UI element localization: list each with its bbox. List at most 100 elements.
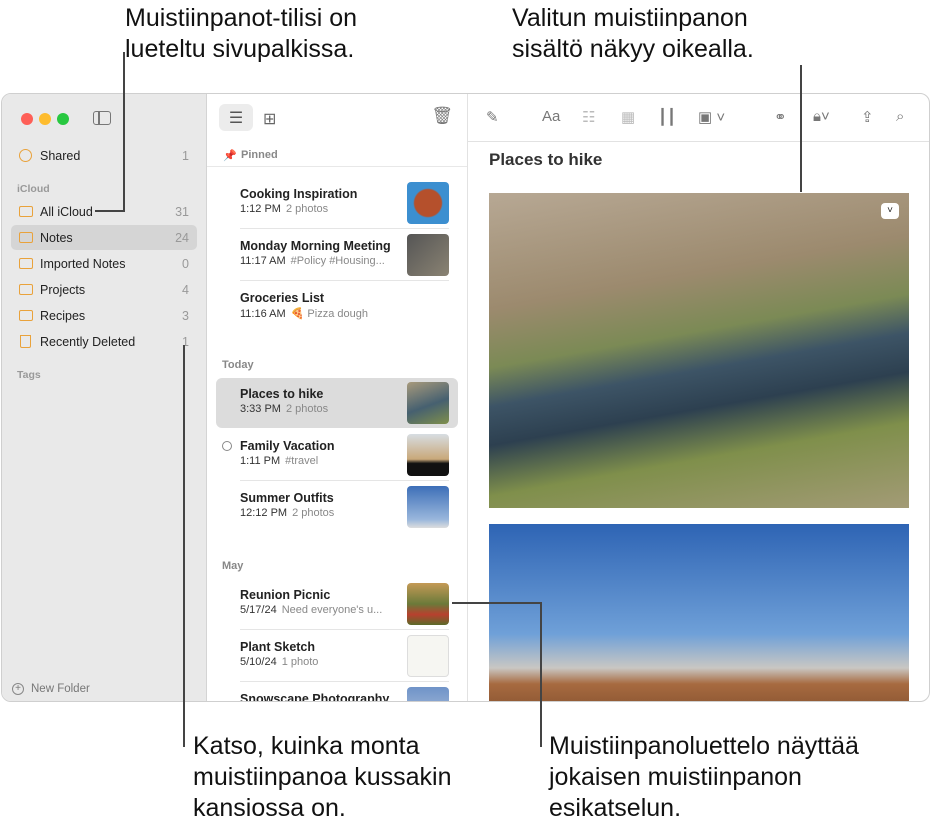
note-family-vacation[interactable]: Family Vacation 1:11 PM #travel — [216, 430, 458, 481]
note-summer-outfits[interactable]: Summer Outfits 12:12 PM 2 photos — [216, 482, 458, 532]
notes-list: ☰ ⊞ 🗑 📌 Pinned Cooking Inspiration 1:12 P… — [207, 94, 468, 701]
share-icon[interactable]: ⇪ — [861, 108, 874, 126]
note-plant-sketch[interactable]: Plant Sketch 5/10/24 1 photo — [216, 631, 458, 682]
collaborate-icon[interactable]: ⚭ — [774, 108, 787, 126]
count: 31 — [175, 204, 189, 219]
checklist-icon[interactable]: ☷ — [582, 108, 595, 126]
folder-icon — [19, 310, 33, 321]
sidebar-item-recipes[interactable]: Recipes 3 — [11, 303, 197, 328]
note-title: Reunion Picnic — [240, 588, 331, 602]
format-button[interactable]: Aa — [542, 108, 560, 125]
notes-window: Shared 1 iCloud All iCloud 31 Notes 24 Impo… — [1, 93, 930, 702]
sidebar-toggle-icon[interactable] — [93, 111, 111, 125]
section-tags: Tags — [17, 369, 41, 381]
count: 24 — [175, 230, 189, 245]
callout-sidebar: Muistiinpanot-tilisi on lueteltu sivupalk… — [125, 3, 357, 65]
plus-circle-icon: + — [12, 683, 24, 695]
note-title: Family Vacation — [240, 439, 335, 453]
count: 1 — [182, 148, 189, 163]
close-button[interactable] — [21, 113, 33, 125]
list-view-button[interactable]: ☰ — [219, 104, 253, 131]
note-preview: Need everyone's u... — [281, 604, 383, 616]
note-reunion-picnic[interactable]: Reunion Picnic 5/17/24 Need everyone's u..… — [216, 579, 458, 630]
zoom-button[interactable] — [57, 113, 69, 125]
note-preview: #travel — [285, 455, 319, 467]
meeting-thumbnail — [407, 234, 449, 276]
note-monday-meeting[interactable]: Monday Morning Meeting 11:17 AM #Policy #H… — [216, 230, 458, 281]
lock-icon[interactable]: 🔒︎˅ — [813, 108, 830, 125]
note-snowscape[interactable]: Snowscape Photography — [216, 683, 458, 701]
note-time: 11:17 AM — [240, 255, 286, 267]
note-preview: 2 photos — [285, 403, 329, 415]
note-time: 12:12 PM — [240, 507, 288, 519]
sidebar-item-label: Imported Notes — [40, 256, 126, 271]
table-icon[interactable]: ▦ — [621, 108, 635, 126]
hike-photo-1: ˅ — [489, 193, 909, 508]
picnic-thumbnail — [407, 583, 449, 625]
section-icloud: iCloud — [17, 183, 50, 195]
sidebar-item-label: All iCloud — [40, 204, 93, 219]
folder-icon — [19, 284, 33, 295]
audio-icon[interactable]: ┃┃ — [658, 108, 676, 126]
folder-icon — [19, 232, 33, 243]
gallery-view-icon[interactable]: ⊞ — [263, 109, 276, 129]
sidebar-item-shared[interactable]: Shared 1 — [11, 143, 197, 168]
outfits-thumbnail — [407, 486, 449, 528]
note-time: 11:16 AM — [240, 308, 286, 320]
note-time: 3:33 PM — [240, 403, 281, 415]
note-preview: #Policy #Housing... — [290, 255, 385, 267]
new-folder-label: New Folder — [31, 683, 90, 695]
note-title: Summer Outfits — [240, 491, 334, 505]
callout-line: Katso, kuinka monta — [193, 732, 420, 760]
note-title-heading: Places to hike — [489, 150, 603, 169]
vacation-thumbnail — [407, 434, 449, 476]
sidebar: Shared 1 iCloud All iCloud 31 Notes 24 Impo… — [2, 94, 207, 701]
hike-photo-2 — [489, 524, 909, 701]
sketch-thumbnail — [407, 635, 449, 677]
editor-toolbar: ✎ Aa ☷ ▦ ┃┃ ▣ ˅ ⚭ 🔒︎˅ ⇪ ⌕ — [468, 94, 929, 142]
note-title: Places to hike — [240, 387, 324, 401]
note-time: 1:12 PM — [240, 203, 281, 215]
callout-line: esikatselun. — [549, 794, 682, 822]
minimize-button[interactable] — [39, 113, 51, 125]
callout-content: Valitun muistiinpanon sisältö näkyy oikea… — [512, 3, 754, 65]
note-editor: ✎ Aa ☷ ▦ ┃┃ ▣ ˅ ⚭ 🔒︎˅ ⇪ ⌕ Places to hike… — [468, 94, 929, 701]
folder-icon — [19, 258, 33, 269]
count: 3 — [182, 308, 189, 323]
callout-line: Muistiinpanoluettelo näyttää — [549, 732, 859, 760]
folder-icon — [19, 206, 33, 217]
compose-icon[interactable]: ✎ — [486, 108, 499, 126]
callout-line: lueteltu sivupalkissa. — [125, 35, 355, 63]
sidebar-item-imported-notes[interactable]: Imported Notes 0 — [11, 251, 197, 276]
callout-line: Muistiinpanot-tilisi on — [125, 4, 358, 32]
note-preview: 🍕 Pizza dough — [290, 308, 368, 320]
delete-note-icon[interactable]: 🗑 — [431, 106, 453, 126]
note-title: Cooking Inspiration — [240, 187, 358, 201]
sidebar-item-recently-deleted[interactable]: Recently Deleted 1 — [11, 329, 197, 354]
callout-line: sisältö näkyy oikealla. — [512, 35, 754, 63]
sidebar-item-notes[interactable]: Notes 24 — [11, 225, 197, 250]
callout-line: Valitun muistiinpanon — [512, 4, 748, 32]
snowscape-thumbnail — [407, 687, 449, 701]
note-time: 5/17/24 — [240, 604, 277, 616]
callout-list: Muistiinpanoluettelo näyttää jokaisen mui… — [549, 731, 859, 824]
image-menu-chevron-icon[interactable]: ˅ — [881, 203, 899, 219]
media-icon[interactable]: ▣ ˅ — [698, 108, 725, 126]
shared-icon — [222, 441, 232, 451]
note-cooking-inspiration[interactable]: Cooking Inspiration 1:12 PM 2 photos — [216, 178, 458, 229]
note-time: 1:11 PM — [240, 455, 281, 467]
new-folder-button[interactable]: + New Folder — [12, 683, 90, 695]
search-icon[interactable]: ⌕ — [896, 108, 904, 125]
note-groceries-list[interactable]: Groceries List 11:16 AM 🍕 Pizza dough — [216, 282, 458, 332]
sidebar-item-projects[interactable]: Projects 4 — [11, 277, 197, 302]
hike-thumbnail — [407, 382, 449, 424]
trash-icon — [20, 335, 31, 348]
note-preview: 1 photo — [281, 656, 319, 668]
note-places-to-hike[interactable]: Places to hike 3:33 PM 2 photos — [216, 378, 458, 428]
sidebar-item-label: Recipes — [40, 308, 86, 323]
note-title: Groceries List — [240, 291, 325, 305]
section-pinned: Pinned — [241, 149, 278, 161]
note-time: 5/10/24 — [240, 656, 277, 668]
pin-icon: 📌 — [223, 150, 237, 162]
callout-counts: Katso, kuinka monta muistiinpanoa kussaki… — [193, 731, 451, 824]
